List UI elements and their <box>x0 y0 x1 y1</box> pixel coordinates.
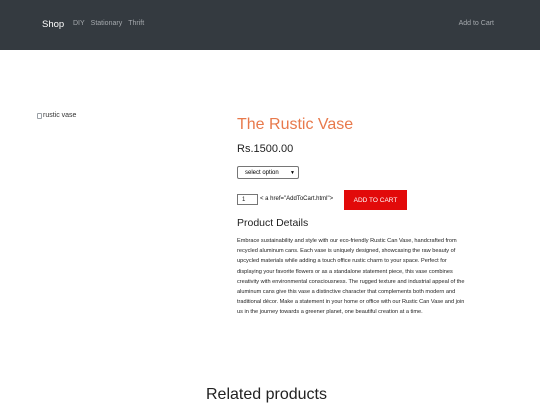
product-image-alt-text: rustic vase <box>43 112 77 119</box>
nav-link-diy[interactable]: DIY <box>73 20 85 27</box>
chevron-down-icon: ▼ <box>290 169 295 176</box>
product-details-heading: Product Details <box>237 217 309 229</box>
brand-link[interactable]: Shop <box>42 19 64 30</box>
nav-link-thrift[interactable]: Thrift <box>128 20 144 27</box>
related-products-heading: Related products <box>206 386 327 403</box>
product-image: rustic vase <box>37 112 76 119</box>
navbar: Shop DIY Stationary Thrift Add to Cart <box>0 0 540 50</box>
broken-image-icon <box>37 112 42 119</box>
product-description: Embrace sustainability and style with ou… <box>237 238 465 316</box>
product-title: The Rustic Vase <box>237 116 354 133</box>
nav-link-stationary[interactable]: Stationary <box>91 20 123 27</box>
add-to-cart-button[interactable]: ADD TO CART <box>344 190 407 210</box>
nav-links: DIY Stationary Thrift <box>73 20 144 27</box>
option-select-value: select option <box>245 169 279 176</box>
nav-add-to-cart-link[interactable]: Add to Cart <box>459 20 494 27</box>
product-price: Rs.1500.00 <box>237 143 294 155</box>
option-select[interactable]: select option ▼ <box>237 166 299 179</box>
quantity-input[interactable]: 1 <box>237 194 258 205</box>
raw-html-text: < a href="AddToCart.html"> <box>260 196 334 202</box>
